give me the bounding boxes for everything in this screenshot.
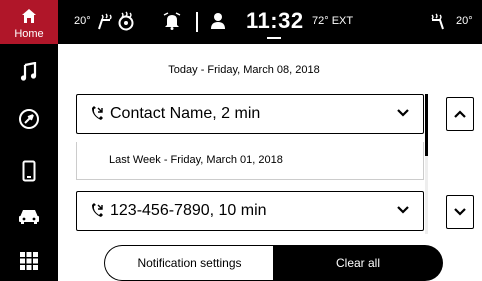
sidebar: Home (0, 0, 58, 281)
clear-all-button[interactable]: Clear all (273, 245, 443, 281)
notification-settings-button[interactable]: Notification settings (104, 245, 274, 281)
notification-card-contact[interactable]: Contact Name, 2 min (76, 94, 424, 134)
notification-text: 123-456-7890, 10 min (110, 202, 267, 219)
last-week-date-header: Last Week - Friday, March 01, 2018 (109, 154, 283, 166)
sidebar-item-phone[interactable] (0, 151, 58, 191)
left-temperature[interactable]: 20° (74, 15, 91, 27)
music-icon (20, 62, 37, 81)
navigation-icon (19, 109, 39, 129)
apps-grid-icon (20, 252, 38, 270)
sidebar-item-home-label: Home (14, 28, 44, 40)
notification-screen: Home 20° 11:32 72° EXT 20° Today - Frida… (0, 0, 482, 281)
status-divider (196, 12, 198, 32)
heated-steering-icon[interactable] (117, 11, 135, 31)
scroll-up-button[interactable] (446, 97, 474, 131)
scrollbar-thumb[interactable] (425, 94, 428, 156)
heated-seat-icon[interactable] (96, 11, 116, 31)
car-icon (19, 210, 39, 224)
status-bar: 20° 11:32 72° EXT 20° (58, 0, 482, 44)
notification-text: Contact Name, 2 min (110, 105, 261, 122)
sidebar-item-vehicle[interactable] (0, 196, 58, 236)
clock: 11:32 (246, 8, 304, 33)
notification-card-number[interactable]: 123-456-7890, 10 min (76, 191, 424, 231)
sidebar-item-music[interactable] (0, 52, 58, 92)
chevron-down-icon[interactable] (397, 109, 409, 117)
missed-call-icon (92, 203, 103, 217)
last-week-date-header-row: Last Week - Friday, March 01, 2018 (76, 142, 424, 180)
phone-icon (22, 160, 36, 182)
right-temperature[interactable]: 20° (456, 15, 473, 27)
chevron-down-icon (454, 208, 466, 216)
chevron-up-icon (454, 110, 466, 118)
sidebar-item-home[interactable]: Home (0, 0, 58, 44)
user-profile-icon[interactable] (210, 12, 226, 30)
missed-call-icon (92, 106, 103, 120)
sidebar-item-apps[interactable] (0, 241, 58, 281)
scroll-down-button[interactable] (446, 195, 474, 229)
notification-list: Contact Name, 2 min Last Week - Friday, … (76, 94, 428, 234)
sidebar-item-navigation[interactable] (0, 99, 58, 139)
chevron-down-icon[interactable] (397, 206, 409, 214)
heated-seat-right-icon[interactable] (426, 11, 446, 31)
today-date-header: Today - Friday, March 08, 2018 (168, 64, 320, 76)
clock-underline (267, 37, 281, 39)
home-icon (22, 9, 36, 23)
exterior-temperature: 72° EXT (312, 15, 354, 27)
notification-bell-icon[interactable] (162, 11, 182, 31)
